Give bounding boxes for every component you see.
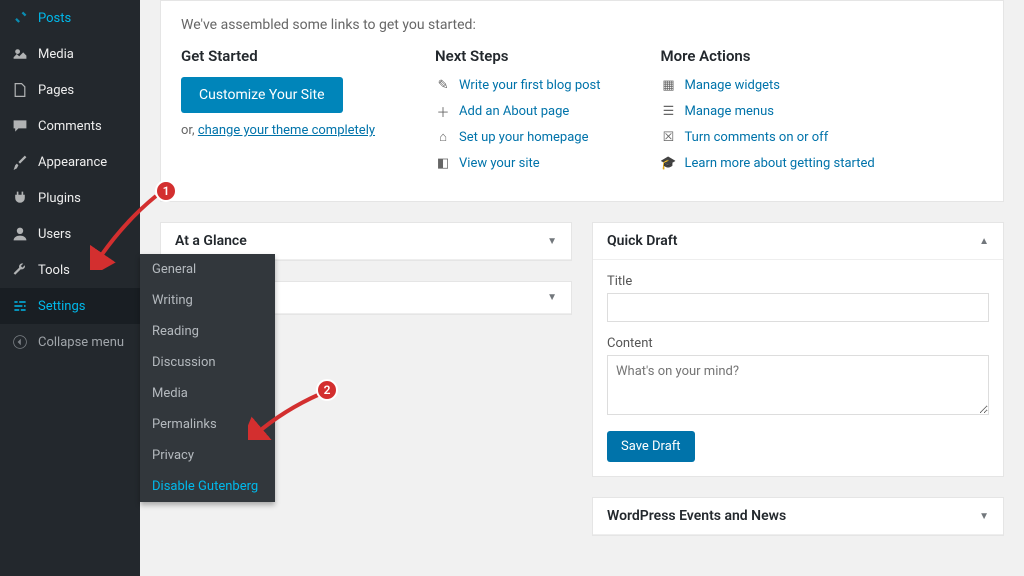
menus-icon: ☰ <box>661 103 677 119</box>
setup-home-link[interactable]: Set up your homepage <box>459 130 588 145</box>
sliders-icon <box>10 296 30 316</box>
submenu-privacy[interactable]: Privacy <box>140 440 275 471</box>
quick-draft-header[interactable]: Quick Draft ▲ <box>593 223 1003 260</box>
events-news-title: WordPress Events and News <box>607 508 786 524</box>
submenu-disable-gutenberg[interactable]: Disable Gutenberg <box>140 471 275 502</box>
draft-content-input[interactable] <box>607 355 989 415</box>
home-icon: ⌂ <box>435 129 451 145</box>
sidebar-item-posts[interactable]: Posts <box>0 0 140 36</box>
brush-icon <box>10 152 30 172</box>
view-site-link[interactable]: View your site <box>459 156 540 171</box>
sidebar-label: Settings <box>38 299 85 314</box>
wrench-icon <box>10 260 30 280</box>
comment-icon <box>10 116 30 136</box>
page-icon <box>10 80 30 100</box>
chevron-down-icon: ▼ <box>547 236 557 247</box>
sidebar-label: Collapse menu <box>38 335 124 350</box>
draft-title-input[interactable] <box>607 293 989 322</box>
annotation-badge-2: 2 <box>316 379 338 401</box>
title-label: Title <box>607 274 989 289</box>
change-theme-link[interactable]: change your theme completely <box>198 123 375 138</box>
annotation-arrow-1 <box>90 192 162 270</box>
user-icon <box>10 224 30 244</box>
write-post-link[interactable]: Write your first blog post <box>459 78 600 93</box>
events-news-header[interactable]: WordPress Events and News ▼ <box>593 498 1003 535</box>
get-started-heading: Get Started <box>181 47 375 65</box>
or-text: or, <box>181 123 195 138</box>
learn-more-link[interactable]: Learn more about getting started <box>685 156 875 171</box>
at-a-glance-title: At a Glance <box>175 233 247 249</box>
pin-icon <box>10 8 30 28</box>
sidebar-label: Posts <box>38 11 71 26</box>
view-icon: ◧ <box>435 155 451 171</box>
submenu-reading[interactable]: Reading <box>140 316 275 347</box>
comments-toggle-icon: ☒ <box>661 129 677 145</box>
edit-icon: ✎ <box>435 77 451 93</box>
sidebar-label: Plugins <box>38 191 81 206</box>
sidebar-item-appearance[interactable]: Appearance <box>0 144 140 180</box>
admin-sidebar: Posts Media Pages Comments Appearance Pl… <box>0 0 140 576</box>
customize-button[interactable]: Customize Your Site <box>181 77 343 113</box>
add-about-link[interactable]: Add an About page <box>459 104 569 119</box>
quick-draft-box: Quick Draft ▲ Title Content Save Draft <box>592 222 1004 477</box>
chevron-up-icon: ▲ <box>979 236 989 247</box>
content-label: Content <box>607 336 989 351</box>
sidebar-label: Media <box>38 47 74 62</box>
annotation-arrow-2 <box>248 390 326 440</box>
plug-icon <box>10 188 30 208</box>
sidebar-label: Tools <box>38 263 70 278</box>
sidebar-label: Comments <box>38 119 102 134</box>
sidebar-item-comments[interactable]: Comments <box>0 108 140 144</box>
save-draft-button[interactable]: Save Draft <box>607 431 695 462</box>
manage-menus-link[interactable]: Manage menus <box>685 104 774 119</box>
chevron-down-icon: ▼ <box>547 292 557 303</box>
learn-icon: 🎓 <box>661 155 677 171</box>
quick-draft-title: Quick Draft <box>607 233 677 249</box>
sidebar-label: Users <box>38 227 71 242</box>
annotation-badge-1: 1 <box>155 180 177 202</box>
chevron-down-icon: ▼ <box>979 511 989 522</box>
next-steps-heading: Next Steps <box>435 47 600 65</box>
welcome-intro: We've assembled some links to get you st… <box>181 17 983 33</box>
submenu-writing[interactable]: Writing <box>140 285 275 316</box>
toggle-comments-link[interactable]: Turn comments on or off <box>685 130 829 145</box>
settings-submenu: General Writing Reading Discussion Media… <box>140 254 275 502</box>
sidebar-item-settings[interactable]: Settings <box>0 288 140 324</box>
widgets-icon: ▦ <box>661 77 677 93</box>
sidebar-item-pages[interactable]: Pages <box>0 72 140 108</box>
get-started-col: Get Started Customize Your Site or, chan… <box>181 47 375 181</box>
sidebar-collapse[interactable]: Collapse menu <box>0 324 140 360</box>
media-icon <box>10 44 30 64</box>
events-news-box: WordPress Events and News ▼ <box>592 497 1004 536</box>
sidebar-label: Pages <box>38 83 74 98</box>
more-actions-col: More Actions ▦ Manage widgets ☰ Manage men… <box>661 47 875 181</box>
sidebar-item-media[interactable]: Media <box>0 36 140 72</box>
submenu-discussion[interactable]: Discussion <box>140 347 275 378</box>
next-steps-col: Next Steps ✎ Write your first blog post ＋… <box>435 47 600 181</box>
more-actions-heading: More Actions <box>661 47 875 65</box>
plus-icon: ＋ <box>435 103 451 119</box>
sidebar-label: Appearance <box>38 155 107 170</box>
collapse-icon <box>10 332 30 352</box>
welcome-panel: We've assembled some links to get you st… <box>160 0 1004 202</box>
manage-widgets-link[interactable]: Manage widgets <box>685 78 781 93</box>
